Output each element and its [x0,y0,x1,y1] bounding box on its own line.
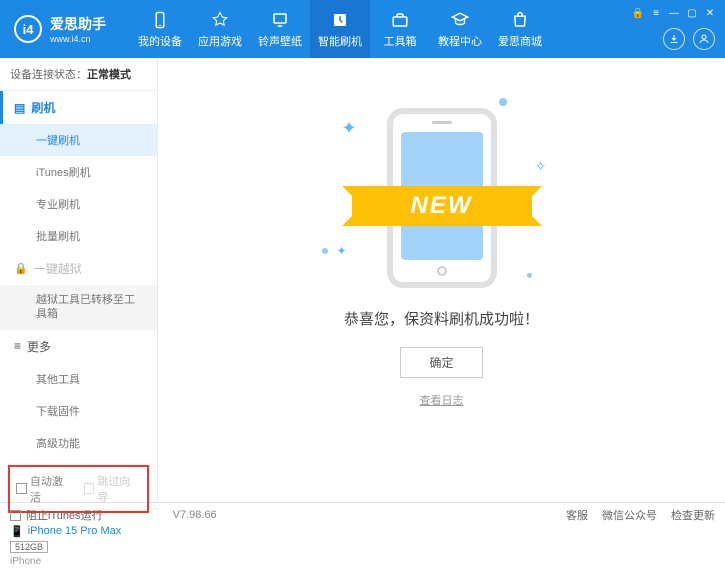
checkbox-icon[interactable] [16,483,27,494]
sidebar-section-more[interactable]: ≡ 更多 [0,330,157,363]
menu-win-icon[interactable]: ≡ [649,6,663,20]
sparkle-icon: ✦ [337,244,347,258]
sparkle-icon: ✦ [342,118,357,139]
app-title: 爱思助手 [50,14,106,34]
new-ribbon: NEW [352,186,532,226]
tutorial-icon [450,10,470,30]
sidebar-item-download-firmware[interactable]: 下载固件 [0,395,157,427]
options-highlighted-box: 自动激活 跳过向导 [8,465,149,513]
nav-tutorial[interactable]: 教程中心 [430,0,490,58]
nav-ringtones[interactable]: 铃声壁纸 [250,0,310,58]
checkbox-auto-activate[interactable]: 自动激活 [16,473,74,505]
store-icon [510,10,530,30]
sidebar-item-oneclick-flash[interactable]: 一键刷机 [0,124,157,156]
sidebar-section-flash[interactable]: ▤ 刷机 [0,91,157,124]
lock-win-icon[interactable]: 🔒 [631,6,645,20]
toolbox-icon [390,10,410,30]
dot-decoration [527,273,532,278]
maximize-icon[interactable]: ▢ [685,6,699,20]
phone-illustration: ✦ ✧ ✦ NEW [372,108,512,288]
sidebar-item-pro-flash[interactable]: 专业刷机 [0,188,157,220]
dot-decoration [322,248,328,254]
block-itunes-label: 阻止iTunes运行 [26,507,103,523]
storage-badge: 512GB [10,541,48,553]
nav-apps[interactable]: 应用游戏 [190,0,250,58]
nav-my-device[interactable]: 我的设备 [130,0,190,58]
sidebar-item-itunes-flash[interactable]: iTunes刷机 [0,156,157,188]
sidebar-item-advanced[interactable]: 高级功能 [0,427,157,459]
sparkle-icon: ✧ [535,158,547,175]
ok-button[interactable]: 确定 [400,347,482,378]
nav-store[interactable]: 爱思商城 [490,0,550,58]
checkbox-icon[interactable] [84,483,95,494]
app-header: i4 爱思助手 www.i4.cn 我的设备 应用游戏 铃声壁纸 智能刷机 工具… [0,0,725,58]
lock-icon: 🔒 [14,262,28,275]
footer-link-support[interactable]: 客服 [566,507,588,523]
download-button[interactable] [663,28,685,50]
minimize-icon[interactable]: — [667,6,681,20]
more-section-icon: ≡ [14,339,21,353]
sidebar-section-jailbreak: 🔒 一键越狱 [0,252,157,285]
success-message: 恭喜您，保资料刷机成功啦！ [344,308,539,329]
apps-icon [210,10,230,30]
close-icon[interactable]: ✕ [703,6,717,20]
nav-toolbox[interactable]: 工具箱 [370,0,430,58]
view-log-link[interactable]: 查看日志 [420,392,464,408]
flash-icon [330,10,350,30]
main-content: ✦ ✧ ✦ NEW 恭喜您，保资料刷机成功啦！ 确定 查看日志 [158,58,725,502]
checkbox-block-itunes[interactable] [10,510,21,521]
top-nav: 我的设备 应用游戏 铃声壁纸 智能刷机 工具箱 教程中心 爱思商城 [130,0,550,58]
window-controls: 🔒 ≡ — ▢ ✕ [631,6,717,20]
user-button[interactable] [693,28,715,50]
nav-flash[interactable]: 智能刷机 [310,0,370,58]
dot-decoration [499,98,507,106]
device-type: iPhone [10,556,147,567]
checkbox-skip-guide[interactable]: 跳过向导 [84,473,142,505]
sidebar-item-other-tools[interactable]: 其他工具 [0,363,157,395]
footer-link-wechat[interactable]: 微信公众号 [602,507,657,523]
logo-icon: i4 [14,15,42,43]
device-status: 设备连接状态：正常模式 [0,58,157,91]
app-subtitle: www.i4.cn [50,34,106,44]
footer-link-update[interactable]: 检查更新 [671,507,715,523]
sidebar-item-jailbreak-note[interactable]: 越狱工具已转移至工具箱 [0,285,157,330]
logo-area: i4 爱思助手 www.i4.cn [0,14,120,44]
version-label: V7.98.66 [173,509,217,521]
device-icon [150,10,170,30]
sidebar: 设备连接状态：正常模式 ▤ 刷机 一键刷机 iTunes刷机 专业刷机 批量刷机… [0,58,158,502]
flash-section-icon: ▤ [14,101,25,115]
sidebar-item-batch-flash[interactable]: 批量刷机 [0,220,157,252]
ringtone-icon [270,10,290,30]
